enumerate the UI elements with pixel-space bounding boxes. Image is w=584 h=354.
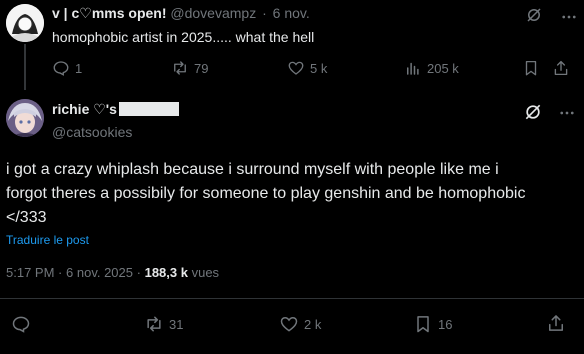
bookmark-icon (525, 60, 537, 76)
like-count: 5 k (310, 60, 328, 76)
bookmark-icon (417, 316, 429, 333)
author-handle[interactable]: @catsookies (52, 124, 132, 140)
post-text-line: forgot theres a possibily for someone to… (6, 185, 526, 202)
more-icon[interactable] (558, 104, 576, 122)
reply-text: homophobic artist in 2025..... what the … (52, 29, 315, 45)
bookmark-button[interactable] (522, 59, 540, 77)
redacted-block (118, 102, 179, 116)
separator: · (58, 265, 63, 280)
thread-connector (24, 44, 26, 90)
views-count[interactable]: 188,3 k (145, 265, 188, 280)
repost-button[interactable]: 79 (171, 59, 208, 77)
author-handle[interactable]: @dovevampz (170, 5, 256, 21)
share-button[interactable] (552, 59, 570, 77)
avatar[interactable] (6, 99, 44, 137)
reply-button[interactable] (11, 314, 31, 334)
like-button[interactable]: 5 k (287, 59, 327, 77)
bookmark-button[interactable]: 16 (413, 314, 452, 334)
repost-icon (174, 61, 186, 75)
grok-icon[interactable] (525, 6, 543, 24)
reply-count: 1 (75, 60, 83, 76)
reply-header: v | c♡mms open! @dovevampz · 6 nov. (52, 5, 310, 22)
divider (0, 298, 584, 299)
post-meta: 5:17 PM · 6 nov. 2025 · 188,3 k vues (6, 265, 219, 280)
post-text-line: </333 (6, 209, 47, 226)
like-count: 2 k (304, 316, 322, 332)
translate-link[interactable]: Traduire le post (6, 233, 89, 247)
repost-button[interactable]: 31 (144, 314, 183, 334)
share-icon (549, 315, 563, 331)
repost-count: 31 (169, 316, 184, 332)
separator: · (262, 5, 267, 21)
like-button[interactable]: 2 k (279, 314, 321, 334)
analytics-icon (407, 62, 419, 75)
post-date[interactable]: 6 nov. 2025 (66, 265, 133, 280)
repost-icon (147, 316, 161, 332)
share-button[interactable] (546, 313, 566, 333)
heart-icon (288, 61, 304, 75)
grok-icon[interactable] (523, 102, 543, 122)
views-count: 205 k (427, 60, 459, 76)
post-text-line: i got a crazy whiplash because i surroun… (6, 161, 499, 178)
author-name[interactable]: richie ♡'s (52, 101, 179, 118)
post-time[interactable]: 5:17 PM (6, 265, 54, 280)
comment-icon (12, 316, 30, 333)
comment-icon (53, 61, 69, 76)
repost-count: 79 (194, 60, 209, 76)
bookmark-count: 16 (438, 316, 453, 332)
separator: · (136, 265, 141, 280)
author-name-text: richie ♡'s (52, 101, 117, 117)
post-text: i got a crazy whiplash because i surroun… (6, 158, 576, 230)
more-icon[interactable] (560, 8, 578, 26)
reply-button[interactable]: 1 (52, 59, 82, 77)
heart-icon (280, 316, 298, 332)
views-button[interactable]: 205 k (404, 59, 459, 77)
share-icon (554, 60, 568, 76)
reply-tweet[interactable]: v | c♡mms open! @dovevampz · 6 nov. homo… (0, 0, 584, 90)
avatar[interactable] (6, 4, 44, 42)
views-label: vues (191, 265, 220, 280)
post-date[interactable]: 6 nov. (273, 5, 310, 21)
author-name[interactable]: v | c♡mms open! (52, 5, 167, 21)
